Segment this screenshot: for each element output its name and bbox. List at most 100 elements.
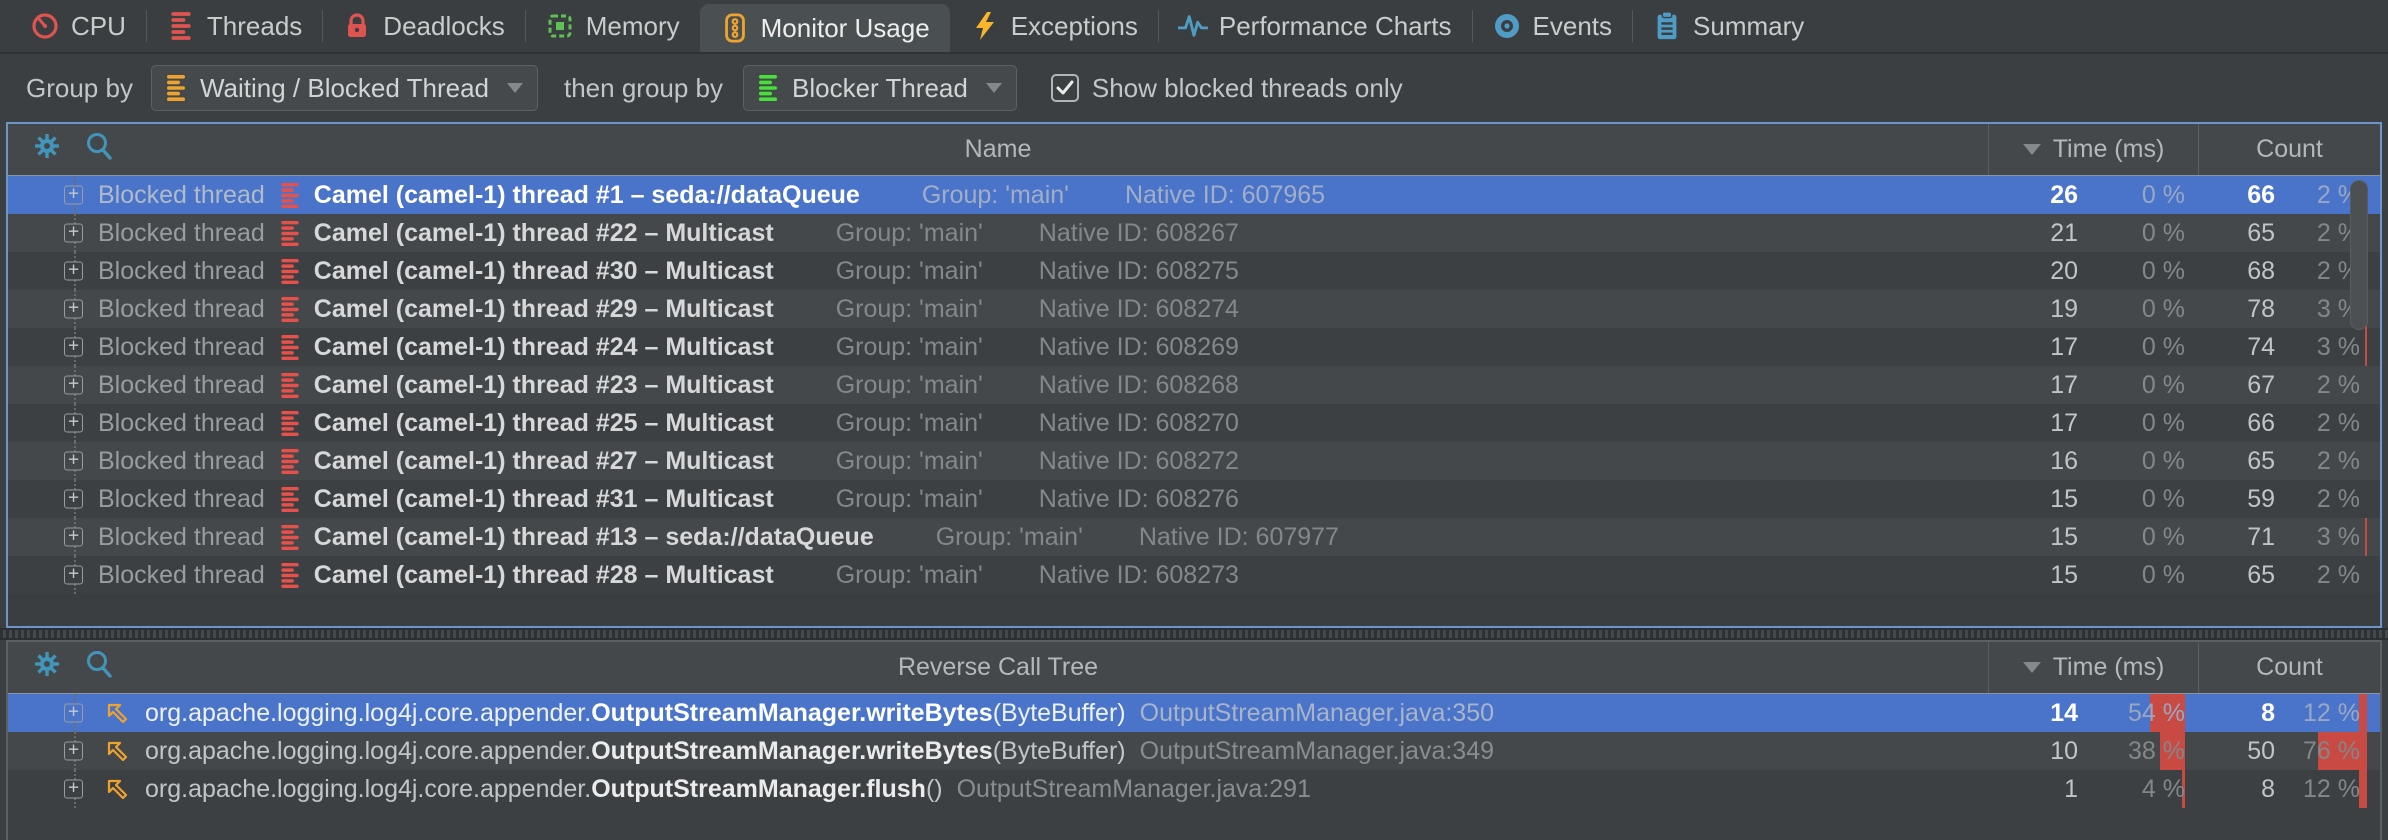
tab-deadlocks[interactable]: Deadlocks (322, 0, 524, 52)
time-column-header[interactable]: Time (ms) (1988, 642, 2198, 693)
settings-gear-icon[interactable] (32, 649, 62, 686)
thread-row[interactable]: + Blocked thread Camel (camel-1) thread … (8, 556, 2380, 594)
numeric-cell: 3 % (2288, 518, 2380, 556)
thread-group: Group: 'main' (836, 561, 983, 590)
thread-group: Group: 'main' (836, 333, 983, 362)
blocked-thread-label: Blocked thread (98, 181, 265, 210)
profiler-tab-bar: CPU Threads Deadlocks Memory Monitor Usa… (0, 0, 2388, 54)
search-icon[interactable] (84, 131, 114, 168)
thread-group: Group: 'main' (836, 257, 983, 286)
numeric-cell: 66 (2198, 176, 2288, 214)
source-location: OutputStreamManager.java:350 (1140, 699, 1494, 728)
tab-performance-charts[interactable]: Performance Charts (1158, 0, 1472, 52)
group-by-second-dropdown[interactable]: Blocker Thread (743, 65, 1017, 111)
panel-splitter-handle[interactable] (0, 628, 2388, 640)
method-signature: (ByteBuffer) (993, 737, 1126, 766)
sort-desc-icon (2023, 144, 2041, 155)
thread-name: Camel (camel-1) thread #13 – seda://data… (314, 523, 874, 552)
chevron-down-icon (986, 83, 1002, 93)
thread-name: Camel (camel-1) thread #29 – Multicast (314, 295, 774, 324)
performance-charts-icon (1178, 11, 1208, 41)
thread-row[interactable]: + Blocked thread Camel (camel-1) thread … (8, 518, 2380, 556)
thread-name-cell: Blocked thread Camel (camel-1) thread #2… (8, 409, 1988, 438)
vertical-scrollbar-thumb[interactable] (2350, 180, 2368, 330)
thread-name-cell: Blocked thread Camel (camel-1) thread #2… (8, 371, 1988, 400)
method-name: OutputStreamManager.writeBytes (591, 699, 993, 728)
numeric-cell: 16 (1988, 442, 2088, 480)
call-tree-row[interactable]: + org.apache.logging.log4j.core.appender… (8, 770, 2380, 808)
tab-label: Deadlocks (383, 11, 504, 42)
expand-plus-icon[interactable]: + (64, 742, 83, 761)
numeric-cell: 8 (2198, 694, 2288, 732)
thread-name-cell: Blocked thread Camel (camel-1) thread #1… (8, 181, 1988, 210)
expand-plus-icon[interactable]: + (64, 566, 83, 585)
blocked-thread-label: Blocked thread (98, 561, 265, 590)
thread-row[interactable]: + Blocked thread Camel (camel-1) thread … (8, 176, 2380, 214)
threads-table-body: + Blocked thread Camel (camel-1) thread … (8, 176, 2380, 626)
thread-name-cell: Blocked thread Camel (camel-1) thread #2… (8, 447, 1988, 476)
count-column-header[interactable]: Count (2198, 124, 2380, 175)
blocked-thread-state-icon (279, 410, 301, 437)
show-blocked-threads-label: Show blocked threads only (1092, 73, 1403, 104)
tab-events[interactable]: Events (1472, 0, 1633, 52)
expand-plus-icon[interactable]: + (64, 224, 83, 243)
tab-monitor-usage[interactable]: Monitor Usage (700, 4, 950, 52)
settings-gear-icon[interactable] (32, 131, 62, 168)
expand-plus-icon[interactable]: + (64, 262, 83, 281)
count-column-header[interactable]: Count (2198, 642, 2380, 693)
call-tree-row[interactable]: + org.apache.logging.log4j.core.appender… (8, 694, 2380, 732)
expand-plus-icon[interactable]: + (64, 186, 83, 205)
group-by-second-value: Blocker Thread (792, 73, 968, 104)
numeric-cell: 15 (1988, 556, 2088, 594)
numeric-cell: 8 (2198, 770, 2288, 808)
thread-row[interactable]: + Blocked thread Camel (camel-1) thread … (8, 404, 2380, 442)
numeric-cell: 59 (2198, 480, 2288, 518)
numeric-cell: 66 (2198, 404, 2288, 442)
expand-plus-icon[interactable]: + (64, 528, 83, 547)
blocked-thread-label: Blocked thread (98, 257, 265, 286)
numeric-cell: 14 (1988, 694, 2088, 732)
group-by-first-dropdown[interactable]: Waiting / Blocked Thread (151, 65, 538, 111)
numeric-cell: 0 % (2088, 480, 2198, 518)
tab-threads[interactable]: Threads (146, 0, 322, 52)
thread-native-id: Native ID: 608274 (1039, 295, 1239, 324)
blocked-threads-panel: Name Time (ms) Count + Blocked thread Ca… (6, 122, 2382, 628)
expand-plus-icon[interactable]: + (64, 490, 83, 509)
tab-label: Memory (586, 11, 680, 42)
expand-plus-icon[interactable]: + (64, 704, 83, 723)
tab-label: Exceptions (1011, 11, 1138, 42)
thread-native-id: Native ID: 607977 (1139, 523, 1339, 552)
call-tree-row[interactable]: + org.apache.logging.log4j.core.appender… (8, 732, 2380, 770)
numeric-cell: 10 (1988, 732, 2088, 770)
expand-plus-icon[interactable]: + (64, 300, 83, 319)
thread-row[interactable]: + Blocked thread Camel (camel-1) thread … (8, 366, 2380, 404)
blocked-thread-state-icon (279, 182, 301, 209)
tab-memory[interactable]: Memory (525, 0, 700, 52)
expand-plus-icon[interactable]: + (64, 452, 83, 471)
time-column-header[interactable]: Time (ms) (1988, 124, 2198, 175)
tab-label: Threads (207, 11, 302, 42)
thread-name-cell: Blocked thread Camel (camel-1) thread #2… (8, 333, 1988, 362)
thread-row[interactable]: + Blocked thread Camel (camel-1) thread … (8, 214, 2380, 252)
thread-row[interactable]: + Blocked thread Camel (camel-1) thread … (8, 442, 2380, 480)
tab-exceptions[interactable]: Exceptions (950, 0, 1158, 52)
time-header-label: Time (ms) (2053, 653, 2165, 682)
show-blocked-threads-checkbox[interactable] (1051, 74, 1079, 102)
expand-plus-icon[interactable]: + (64, 780, 83, 799)
call-tree-title-header[interactable]: Reverse Call Tree (8, 642, 1988, 693)
tab-summary[interactable]: Summary (1632, 0, 1824, 52)
name-column-header[interactable]: Name (8, 124, 1988, 175)
tab-cpu[interactable]: CPU (10, 0, 146, 52)
thread-row[interactable]: + Blocked thread Camel (camel-1) thread … (8, 290, 2380, 328)
thread-row[interactable]: + Blocked thread Camel (camel-1) thread … (8, 328, 2380, 366)
package-name: org.apache.logging.log4j.core.appender. (145, 699, 591, 728)
expand-plus-icon[interactable]: + (64, 376, 83, 395)
blocked-thread-label: Blocked thread (98, 219, 265, 248)
expand-plus-icon[interactable]: + (64, 414, 83, 433)
blocked-thread-state-icon (279, 334, 301, 361)
search-icon[interactable] (84, 649, 114, 686)
thread-row[interactable]: + Blocked thread Camel (camel-1) thread … (8, 252, 2380, 290)
thread-name: Camel (camel-1) thread #27 – Multicast (314, 447, 774, 476)
thread-row[interactable]: + Blocked thread Camel (camel-1) thread … (8, 480, 2380, 518)
expand-plus-icon[interactable]: + (64, 338, 83, 357)
